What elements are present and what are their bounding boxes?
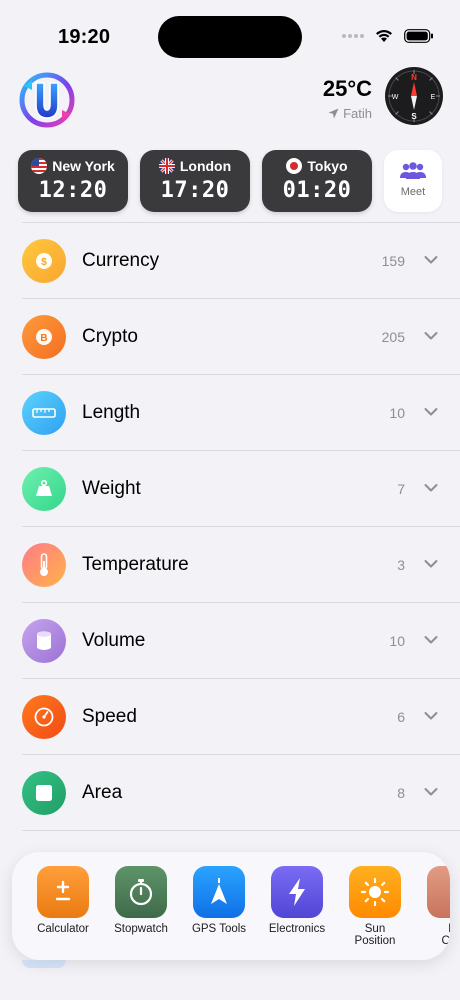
category-row-currency[interactable]: $ Currency 159	[22, 222, 460, 298]
battery-icon	[404, 28, 433, 43]
category-label: Speed	[82, 706, 137, 727]
cylinder-icon	[22, 619, 66, 663]
category-row-temperature[interactable]: Temperature 3	[22, 526, 460, 602]
category-label: Area	[82, 782, 123, 803]
tool-label: Electronics	[268, 923, 326, 935]
location-name: Fatih	[343, 106, 372, 121]
chevron-down-icon[interactable]	[424, 787, 438, 797]
currency-icon: $	[22, 239, 66, 283]
meet-button[interactable]: Meet	[384, 150, 442, 212]
compass-icon[interactable]: N S E W	[384, 66, 444, 126]
category-count: 10	[389, 405, 405, 421]
scrolled-row-remnant	[22, 960, 66, 968]
tool-stopwatch[interactable]: Stopwatch	[104, 866, 178, 935]
chevron-down-icon[interactable]	[424, 407, 438, 417]
tool-sun-position[interactable]: Sun Position	[338, 866, 412, 947]
speedometer-icon	[22, 695, 66, 739]
status-bar: 19:20	[0, 0, 460, 60]
tool-gps[interactable]: GPS Tools	[182, 866, 256, 935]
tool-label: Calculator	[37, 923, 89, 935]
temperature: 25°C	[322, 76, 372, 101]
category-row-length[interactable]: Length 10	[22, 374, 460, 450]
app-logo-icon[interactable]	[14, 66, 80, 132]
wifi-icon	[376, 30, 392, 42]
partial-icon	[427, 866, 450, 918]
category-count: 3	[397, 557, 405, 573]
chevron-down-icon[interactable]	[424, 635, 438, 645]
compass-e: E	[431, 94, 436, 101]
compass-n: N	[411, 73, 417, 82]
bolt-icon	[271, 866, 323, 918]
area-square-icon	[22, 771, 66, 815]
category-count: 6	[397, 709, 405, 725]
category-row-volume[interactable]: Volume 10	[22, 602, 460, 678]
category-count: 8	[397, 785, 405, 801]
compass-s: S	[411, 112, 417, 121]
category-count: 7	[397, 481, 405, 497]
ruler-icon	[22, 391, 66, 435]
chevron-down-icon[interactable]	[424, 255, 438, 265]
clock-time: 01:20	[282, 178, 352, 203]
category-row-area[interactable]: Area 8	[22, 754, 460, 830]
category-list: $ Currency 159 B Crypto 205 Length 10 We…	[0, 222, 460, 860]
meet-label: Meet	[400, 186, 426, 198]
clock-tokyo[interactable]: Tokyo 01:20	[262, 150, 372, 212]
tools-dock[interactable]: Calculator Stopwatch GPS Tools Electroni…	[12, 852, 450, 960]
people-group-icon	[400, 162, 426, 179]
chevron-down-icon[interactable]	[424, 711, 438, 721]
category-count: 159	[381, 253, 405, 269]
japan-flag-icon	[286, 158, 303, 174]
sun-icon	[349, 866, 401, 918]
dynamic-island	[158, 16, 302, 58]
header: 25°C Fatih N S E W	[0, 62, 460, 138]
category-label: Currency	[82, 250, 160, 271]
tool-label: M Calc	[441, 923, 450, 947]
cellular-signal-icon	[342, 33, 364, 38]
category-count: 205	[381, 329, 405, 345]
category-label: Length	[82, 402, 141, 423]
clock-london[interactable]: London 17:20	[140, 150, 250, 212]
chevron-down-icon[interactable]	[424, 331, 438, 341]
category-label: Weight	[82, 478, 141, 499]
clock-new-york[interactable]: New York 12:20	[18, 150, 128, 212]
clock-city: Tokyo	[307, 158, 348, 174]
location: Fatih	[323, 106, 372, 121]
bitcoin-icon: B	[22, 315, 66, 359]
status-icons	[342, 28, 434, 43]
plus-minus-icon	[37, 866, 89, 918]
world-clocks: New York 12:20 London 17:20 Tokyo 01:20	[18, 150, 448, 212]
weight-icon	[22, 467, 66, 511]
clock-city: New York	[52, 158, 115, 174]
category-label: Crypto	[82, 326, 138, 347]
clock-time: 12:20	[38, 178, 108, 203]
tool-electronics[interactable]: Electronics	[260, 866, 334, 935]
navigation-icon	[193, 866, 245, 918]
stopwatch-icon	[115, 866, 167, 918]
weather-block[interactable]: 25°C Fatih	[323, 76, 372, 121]
thermometer-icon	[22, 543, 66, 587]
tool-label: Stopwatch	[114, 923, 168, 935]
category-label: Temperature	[82, 554, 189, 575]
clock-time: 17:20	[160, 178, 230, 203]
tool-label: GPS Tools	[191, 923, 247, 935]
category-row-crypto[interactable]: B Crypto 205	[22, 298, 460, 374]
uk-flag-icon	[158, 158, 175, 174]
location-arrow-icon	[328, 108, 339, 119]
chevron-down-icon[interactable]	[424, 483, 438, 493]
tool-partial[interactable]: M Calc	[416, 866, 450, 947]
category-count: 10	[389, 633, 405, 649]
compass-w: W	[392, 94, 399, 101]
us-flag-icon	[31, 158, 48, 174]
svg-text:$: $	[41, 257, 47, 268]
clock-city: London	[179, 158, 232, 174]
category-label: Volume	[82, 630, 146, 651]
tool-label: Sun Position	[354, 923, 396, 947]
tool-calculator[interactable]: Calculator	[26, 866, 100, 935]
chevron-down-icon[interactable]	[424, 559, 438, 569]
category-row-weight[interactable]: Weight 7	[22, 450, 460, 526]
status-time: 19:20	[58, 26, 111, 48]
category-row-speed[interactable]: Speed 6	[22, 678, 460, 754]
svg-text:B: B	[40, 333, 47, 344]
